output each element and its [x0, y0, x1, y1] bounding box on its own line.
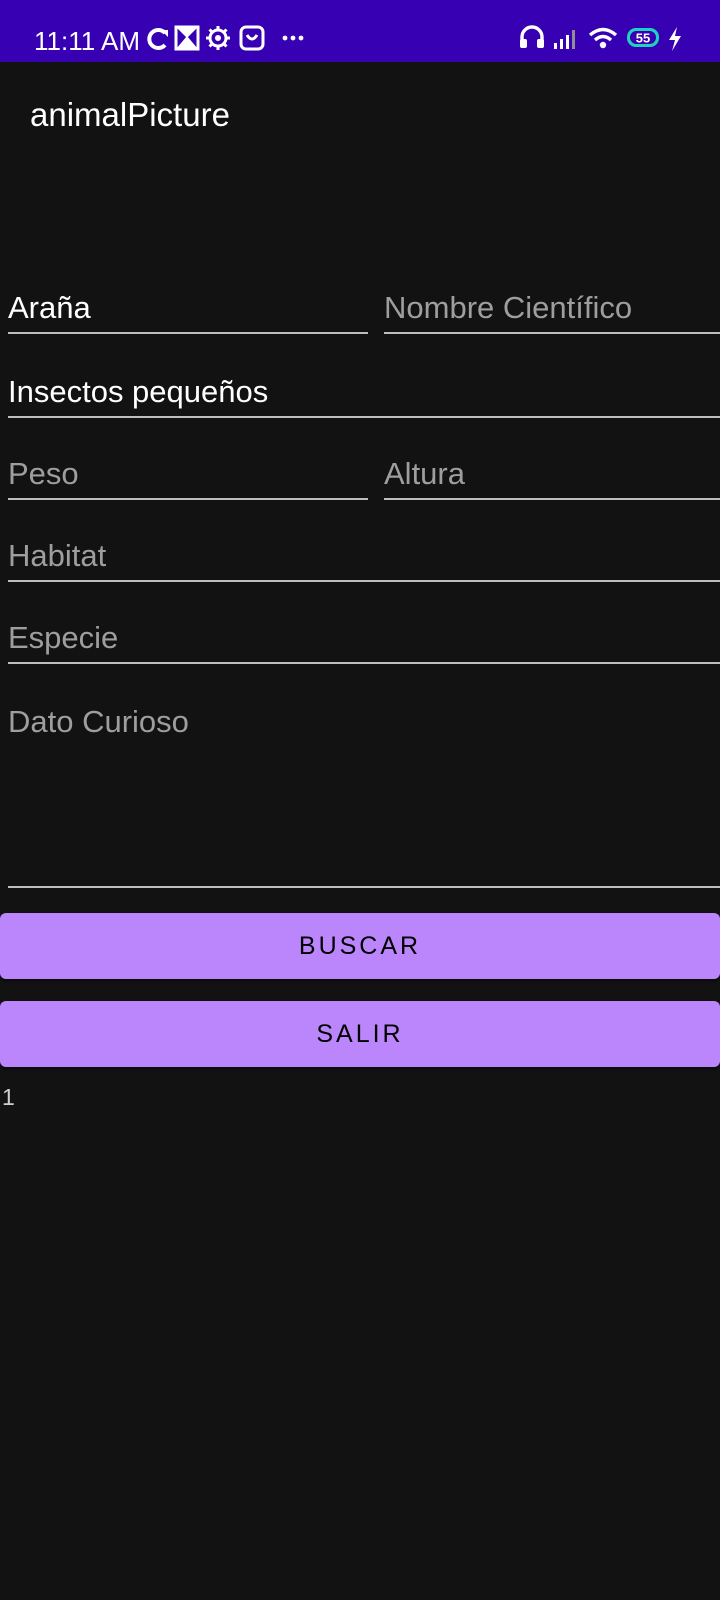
headset-icon — [518, 24, 546, 54]
height-field[interactable] — [384, 454, 720, 494]
photo-download-icon — [174, 24, 200, 54]
battery-level: 55 — [636, 31, 650, 46]
diet-field[interactable] — [8, 372, 720, 412]
result-counter: 1 — [2, 1084, 15, 1110]
species-field-container — [8, 608, 720, 664]
name-field[interactable] — [8, 288, 368, 328]
height-field-container — [384, 444, 720, 500]
exit-button[interactable]: SALIR — [0, 1001, 720, 1067]
species-field[interactable] — [8, 618, 720, 658]
habitat-field-container — [8, 526, 720, 582]
settings-gear-icon — [205, 24, 231, 54]
wifi-icon — [588, 24, 618, 54]
scientific-name-field[interactable] — [384, 288, 720, 328]
diet-field-container — [8, 362, 720, 418]
more-dots-icon — [281, 24, 307, 54]
shopping-bag-icon — [239, 24, 265, 54]
fun-fact-field[interactable] — [8, 702, 720, 842]
weight-field-container — [8, 444, 368, 500]
status-time: 11:11 AM — [34, 26, 140, 56]
search-button[interactable]: BUSCAR — [0, 913, 720, 979]
app-bar: animalPicture — [0, 62, 720, 174]
sync-icon — [146, 24, 170, 54]
fun-fact-field-container — [8, 692, 720, 888]
scientific-name-field-container — [384, 280, 720, 334]
signal-icon — [552, 24, 580, 54]
habitat-field[interactable] — [8, 536, 720, 576]
app-title: animalPicture — [30, 96, 230, 133]
name-field-container — [8, 280, 368, 334]
battery-icon: 55 — [626, 24, 662, 54]
status-bar: 11:11 AM 55 — [0, 0, 720, 62]
charging-bolt-icon — [666, 24, 684, 54]
weight-field[interactable] — [8, 454, 368, 494]
